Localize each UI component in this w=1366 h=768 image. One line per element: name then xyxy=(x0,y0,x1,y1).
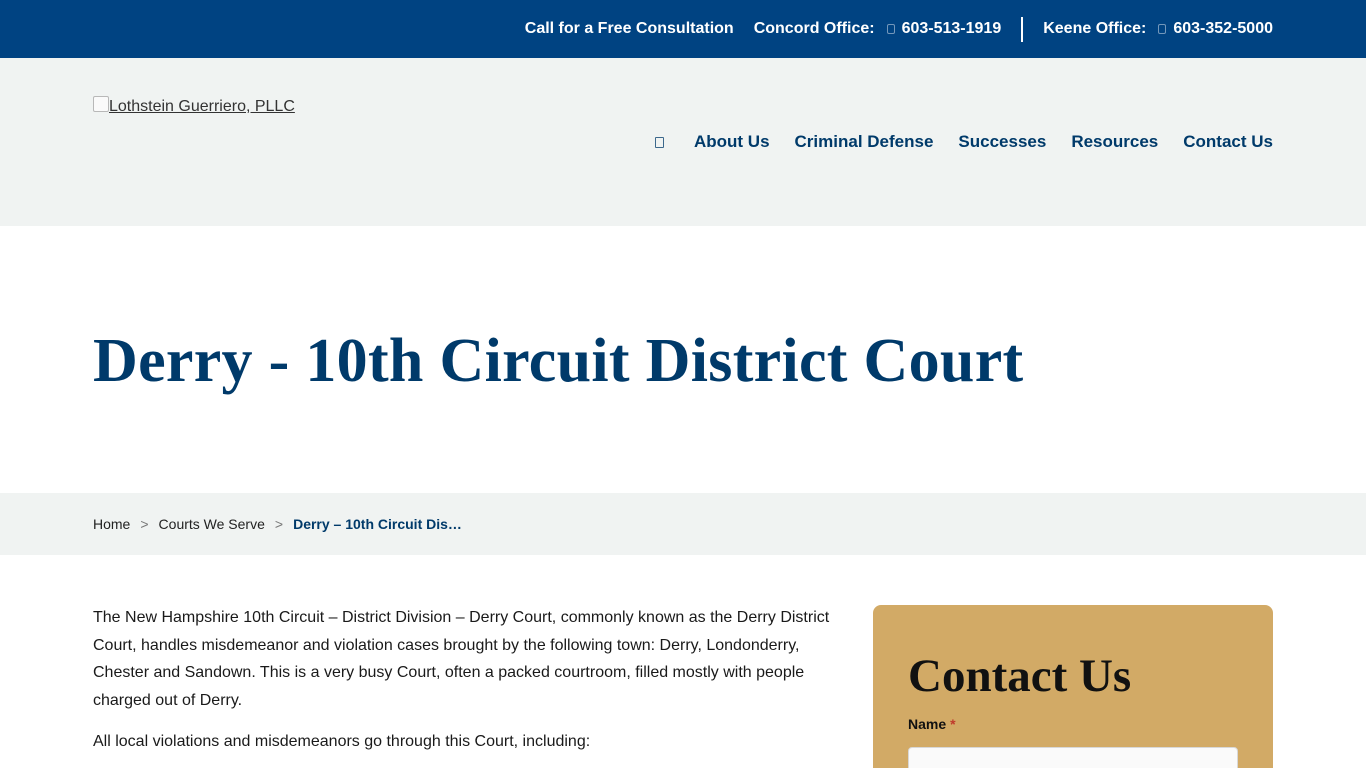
phone-icon xyxy=(1158,24,1167,34)
nav-successes[interactable]: Successes xyxy=(958,132,1046,152)
breadcrumb-home[interactable]: Home xyxy=(93,516,130,532)
nav-resources[interactable]: Resources xyxy=(1071,132,1158,152)
top-bar: Call for a Free Consultation Concord Off… xyxy=(0,0,1366,58)
breadcrumb-current: Derry – 10th Circuit Dis… xyxy=(293,516,462,532)
contact-card: Contact Us Name * xyxy=(873,605,1273,768)
concord-phone-link[interactable]: 603-513-1919 xyxy=(902,20,1002,38)
breadcrumb-courts-we-serve[interactable]: Courts We Serve xyxy=(159,516,265,532)
name-label-text: Name xyxy=(908,716,947,732)
concord-office-label: Concord Office: xyxy=(753,20,875,37)
required-marker: * xyxy=(950,716,956,732)
breadcrumb-separator: > xyxy=(140,516,149,532)
violations-paragraph: All local violations and misdemeanors go… xyxy=(93,733,591,750)
name-input[interactable] xyxy=(908,747,1238,768)
logo-alt-text: Lothstein Guerriero, PLLC xyxy=(109,98,295,115)
main-content: The New Hampshire 10th Circuit – Distric… xyxy=(93,604,833,768)
top-bar-contact: Call for a Free Consultation Concord Off… xyxy=(525,0,1273,58)
contact-card-title: Contact Us xyxy=(908,650,1132,702)
name-field-label: Name * xyxy=(908,716,956,732)
broken-image-icon xyxy=(93,96,109,112)
breadcrumb: Home > Courts We Serve > Derry – 10th Ci… xyxy=(0,493,1366,555)
breadcrumb-separator: > xyxy=(274,516,284,532)
site-header: Lothstein Guerriero, PLLC About Us Crimi… xyxy=(0,58,1366,226)
nav-criminal-defense[interactable]: Criminal Defense xyxy=(795,132,934,152)
office-divider xyxy=(1021,16,1024,42)
nav-contact-us[interactable]: Contact Us xyxy=(1183,132,1273,152)
page-title: Derry - 10th Circuit District Court xyxy=(93,327,1024,395)
intro-paragraph: The New Hampshire 10th Circuit – Distric… xyxy=(93,609,830,709)
keene-phone-link[interactable]: 603-352-5000 xyxy=(1173,20,1273,38)
free-consultation-text: Call for a Free Consultation xyxy=(524,20,734,37)
logo-link[interactable]: Lothstein Guerriero, PLLC xyxy=(93,96,295,116)
phone-icon xyxy=(886,24,895,34)
nav-about-us[interactable]: About Us xyxy=(694,132,770,152)
main-nav: About Us Criminal Defense Successes Reso… xyxy=(654,132,1273,152)
keene-office-label: Keene Office: xyxy=(1043,20,1147,37)
home-icon[interactable] xyxy=(654,136,664,148)
